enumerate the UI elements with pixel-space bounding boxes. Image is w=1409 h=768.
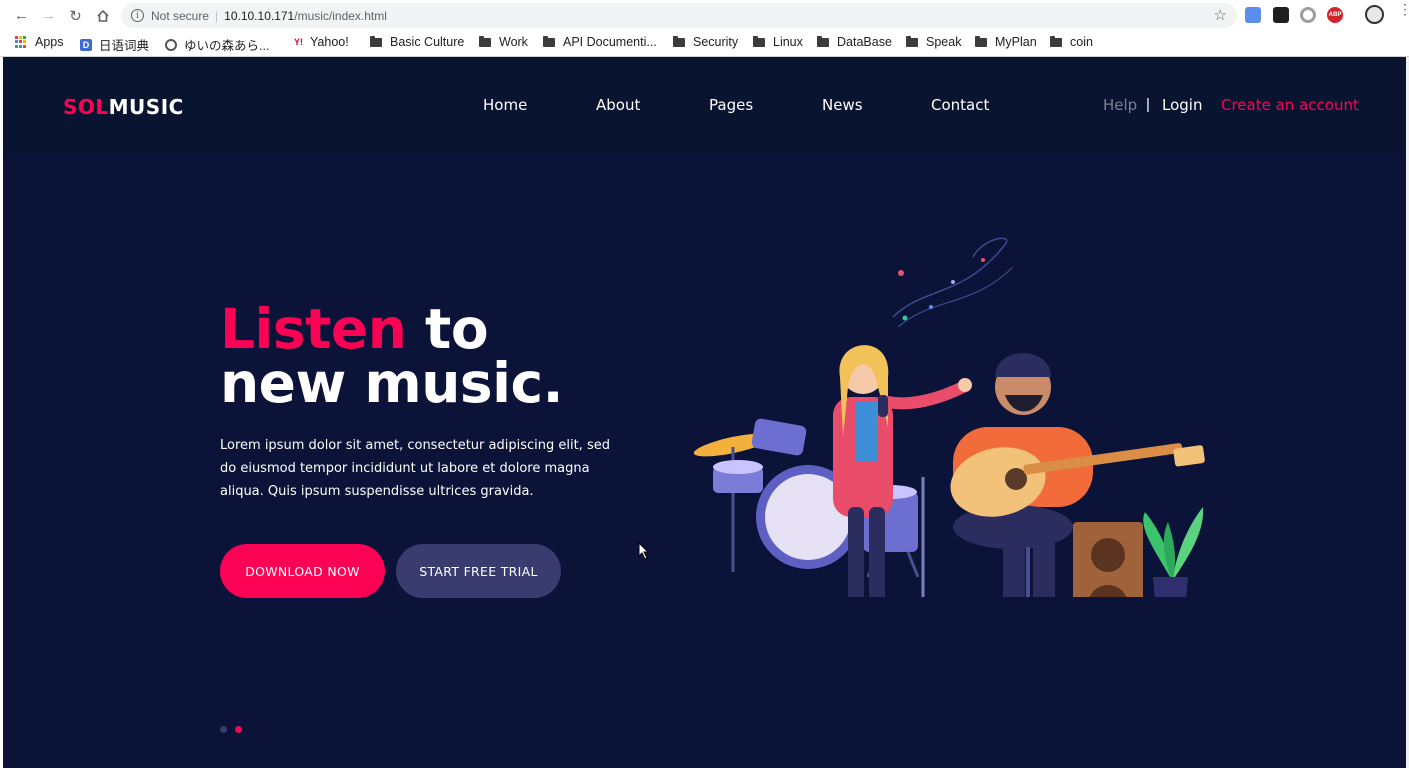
bookmark-folder-basic-culture[interactable]: Basic Culture [370,35,464,49]
folder-icon [906,35,918,47]
bookmark-folder-database[interactable]: DataBase [817,35,892,49]
bookmark-label: Apps [35,35,64,49]
bookmark-label: ゆいの森あら... [184,39,270,53]
bookmark-label: Security [693,35,739,49]
address-bar[interactable]: i Not secure | 10.10.10.171 /music/index… [121,3,1237,28]
bookmark-yui-no-mori[interactable]: ゆいの森あら... [165,35,269,54]
nav-news[interactable]: News [822,96,863,114]
folder-icon [817,35,829,47]
header-divider: | [1146,96,1150,113]
bookmark-folder-api[interactable]: API Documenti... [543,35,657,49]
bookmark-apps[interactable]: Apps [15,35,64,49]
bookmark-dictionary[interactable]: D 日语词典 [80,35,149,54]
band-illustration [693,237,1205,597]
bookmark-label: DataBase [837,35,892,49]
logo-text: MUSIC [108,95,184,119]
login-link[interactable]: Login [1162,96,1202,114]
slider-dot-2[interactable] [235,726,242,733]
url-separator: | [215,8,219,23]
circle-extension-icon[interactable] [1300,7,1316,23]
adblock-icon[interactable]: ABP [1327,7,1343,23]
folder-icon [1050,35,1062,47]
folder-icon [975,35,987,47]
tab-manager-extension-icon[interactable] [1273,7,1289,23]
nav-contact[interactable]: Contact [931,96,989,114]
home-icon[interactable] [89,2,116,29]
help-link[interactable]: Help [1103,96,1137,114]
hero-description: Lorem ipsum dolor sit amet, consectetur … [220,438,610,499]
profile-avatar[interactable] [1365,5,1384,24]
folder-icon [753,35,765,47]
bookmark-folder-myplan[interactable]: MyPlan [975,35,1037,49]
bookmark-label: Yahoo! [310,35,349,49]
nav-about[interactable]: About [596,96,640,114]
bookmark-yahoo[interactable]: Y! Yahoo! [294,35,349,49]
dictionary-icon: D [80,38,92,51]
bookmark-star-icon[interactable]: ☆ [1214,6,1227,24]
bookmark-label: 日语词典 [99,39,150,53]
apps-grid-icon [15,36,27,48]
forward-arrow-icon[interactable]: → [35,2,62,29]
bookmark-folder-security[interactable]: Security [673,35,738,49]
back-arrow-icon[interactable]: ← [8,2,35,29]
bookmark-label: Linux [773,35,803,49]
nav-pages[interactable]: Pages [709,96,753,114]
start-free-trial-button[interactable]: START FREE TRIAL [396,544,561,598]
security-label: Not secure [151,8,210,23]
web-page: SOLMUSIC Home About Pages News Contact H… [3,57,1406,768]
folder-icon [479,35,491,47]
bookmark-label: MyPlan [995,35,1037,49]
folder-icon [543,35,555,47]
site-logo[interactable]: SOLMUSIC [63,95,184,119]
slider-dot-1[interactable] [220,726,227,733]
bookmarks-bar: Apps D 日语词典 ゆいの森あら... Y! Yahoo! Basic Cu… [0,31,1409,55]
hero-title-line2: new music. [220,351,563,415]
browser-toolbar: ← → ↻ i Not secure | 10.10.10.171 /music… [0,0,1409,31]
download-now-button[interactable]: DOWNLOAD NOW [220,544,385,598]
bookmark-folder-speak[interactable]: Speak [906,35,961,49]
url-path: /music/index.html [294,8,387,23]
url-host: 10.10.10.171 [224,8,295,23]
translate-extension-icon[interactable] [1245,7,1261,23]
info-icon[interactable]: i [131,9,144,22]
bookmark-folder-coin[interactable]: coin [1050,35,1093,49]
bookmark-folder-work[interactable]: Work [479,35,528,49]
bookmark-label: Speak [926,35,962,49]
folder-icon [370,35,382,47]
bookmark-label: coin [1070,35,1093,49]
bookmark-label: Basic Culture [390,35,465,49]
globe-icon [165,38,177,51]
bookmark-folder-linux[interactable]: Linux [753,35,803,49]
site-header: SOLMUSIC Home About Pages News Contact H… [3,57,1406,154]
mouse-cursor-icon [638,542,650,560]
menu-kebab-icon[interactable]: ⋮ [1398,2,1409,16]
create-account-link[interactable]: Create an account [1221,96,1359,114]
hero-title: Listen to new music. [220,302,563,411]
bookmark-label: API Documenti... [563,35,657,49]
reload-icon[interactable]: ↻ [62,2,89,29]
folder-icon [673,35,685,47]
bookmark-label: Work [499,35,528,49]
nav-home[interactable]: Home [483,96,527,114]
yahoo-icon: Y! [294,37,303,47]
logo-accent: SOL [63,95,109,119]
